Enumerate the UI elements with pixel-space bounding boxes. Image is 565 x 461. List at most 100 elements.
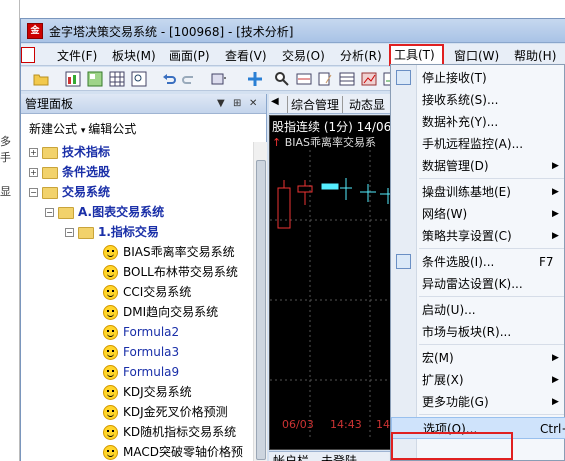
menu-item-label: 更多功能(G)	[422, 395, 489, 409]
zoom-icon[interactable]	[274, 71, 290, 87]
menu-help[interactable]: 帮助(H)	[511, 47, 559, 64]
folder-icon	[42, 166, 58, 179]
menu-item-shortcut: F7	[539, 255, 554, 269]
title-bar[interactable]: 金 金字塔决策交易系统 - [100968] - [技术分析]	[21, 19, 565, 43]
submenu-arrow-icon: ▶	[552, 375, 559, 385]
menu-screen[interactable]: 画面(P)	[166, 47, 213, 64]
tree-node[interactable]: Formula9	[103, 362, 179, 382]
menu-item-label: 接收系统(S)...	[422, 93, 499, 107]
tab-scroll-left-icon[interactable]: ◀	[271, 96, 279, 107]
table-icon[interactable]	[339, 71, 355, 87]
expand-icon[interactable]: +	[29, 168, 38, 177]
tools-menu-item[interactable]: 宏(M) ▶	[391, 347, 565, 369]
tree-node[interactable]: − 交易系统	[29, 182, 110, 202]
tools-menu-item[interactable]: 扩展(X) ▶	[391, 369, 565, 391]
menu-block[interactable]: 板块(M)	[109, 47, 159, 64]
new-formula-button[interactable]: 新建公式	[29, 122, 77, 136]
tools-menu-item[interactable]: 手机远程监控(A)...	[391, 133, 565, 155]
tools-menu-item[interactable]: 更多功能(G) ▶	[391, 391, 565, 413]
tree-node-label: BOLL布林带交易系统	[123, 265, 238, 279]
tree-node-label: A.图表交易系统	[78, 205, 165, 219]
menu-item-label: 宏(M)	[422, 351, 454, 365]
menu-item-shortcut: Ctrl+O	[540, 422, 565, 436]
tree-node[interactable]: KDJ金死叉价格预测	[103, 402, 228, 422]
formula-smiley-icon	[103, 265, 118, 280]
scrollbar-thumb[interactable]	[256, 160, 266, 460]
redo-icon[interactable]	[181, 71, 197, 87]
tools-menu-item[interactable]: 接收系统(S)...	[391, 89, 565, 111]
menu-window[interactable]: 窗口(W)	[451, 47, 502, 64]
menu-item-label: 操盘训练基地(E)	[422, 185, 511, 199]
tools-menu-item[interactable]: 停止接收(T)	[391, 67, 565, 89]
tree-node[interactable]: KDJ交易系统	[103, 382, 192, 402]
tools-menu-item[interactable]: 市场与板块(R)...	[391, 321, 565, 343]
doc-icon[interactable]	[21, 47, 35, 63]
panel-close-icon[interactable]: ✕	[249, 94, 257, 114]
panel-title: 管理面板	[25, 97, 74, 111]
cursor-tool-icon[interactable]	[211, 71, 227, 87]
tools-menu-item[interactable]: 操盘训练基地(E) ▶	[391, 181, 565, 203]
window-title: 金字塔决策交易系统 - [100968] - [技术分析]	[49, 25, 294, 39]
menu-item-label: 扩展(X)	[422, 373, 464, 387]
menu-trade[interactable]: 交易(O)	[279, 47, 328, 64]
options-highlight-box	[391, 432, 513, 460]
collapse-icon[interactable]: −	[45, 208, 54, 217]
tree-node[interactable]: DMI趋向交易系统	[103, 302, 218, 322]
tree-node[interactable]: − A.图表交易系统	[45, 202, 164, 222]
tools-menu-item[interactable]: 异动雷达设置(K)...	[391, 273, 565, 295]
collapse-icon[interactable]: −	[29, 188, 38, 197]
menu-file[interactable]: 文件(F)	[54, 47, 100, 64]
menu-separator	[419, 248, 564, 249]
background-text-2: 显	[0, 185, 11, 198]
menu-item-label: 数据补充(Y)...	[422, 115, 499, 129]
tools-menu-item[interactable]: 策略共享设置(C) ▶	[391, 225, 565, 247]
tools-menu-item[interactable]: 数据管理(D) ▶	[391, 155, 565, 177]
indicator-icon[interactable]	[296, 71, 312, 87]
panel-pin-icon[interactable]: ⊞	[233, 94, 241, 114]
panel-header: 管理面板 ▼ ⊞ ✕	[21, 94, 266, 114]
undo-icon[interactable]	[161, 71, 177, 87]
tab-dynamic[interactable]: 动态显	[349, 96, 385, 113]
tree-node-label: Formula3	[123, 345, 180, 359]
submenu-arrow-icon: ▶	[552, 397, 559, 407]
move-icon[interactable]	[247, 71, 263, 87]
tree-node[interactable]: BOLL布林带交易系统	[103, 262, 238, 282]
menu-tools[interactable]: 工具(T)	[389, 44, 444, 66]
tree-node[interactable]: + 技术指标	[29, 142, 110, 162]
tree-node-label: KDJ交易系统	[123, 385, 192, 399]
layout-icon[interactable]	[87, 71, 103, 87]
tree-node[interactable]: BIAS乖离率交易系统	[103, 242, 235, 262]
tree-node[interactable]: Formula3	[103, 342, 179, 362]
edit-icon[interactable]	[317, 71, 333, 87]
chart-window-icon[interactable]	[65, 71, 81, 87]
tree-node[interactable]: CCI交易系统	[103, 282, 191, 302]
tree-node[interactable]: Formula2	[103, 322, 179, 342]
menu-separator	[419, 414, 564, 415]
tree-node[interactable]: KD随机指标交易系统	[103, 422, 236, 442]
menu-item-label: 策略共享设置(C)	[422, 229, 512, 243]
expand-icon[interactable]: +	[29, 148, 38, 157]
zoom-window-icon[interactable]	[131, 71, 147, 87]
screenshot-root: 多手 显 金 金字塔决策交易系统 - [100968] - [技术分析] 文件(…	[0, 0, 565, 461]
submenu-arrow-icon: ▶	[552, 187, 559, 197]
candle-3	[321, 183, 339, 190]
open-folder-icon[interactable]	[33, 71, 49, 87]
tree-node[interactable]: + 条件选股	[29, 162, 110, 182]
grid-icon[interactable]	[109, 71, 125, 87]
tools-menu-item[interactable]: 条件选股(I)... F7	[391, 251, 565, 273]
tree-node[interactable]: MACD突破零轴价格预	[103, 442, 243, 461]
stock-select-icon[interactable]	[361, 71, 377, 87]
tree-node-label: Formula2	[123, 325, 180, 339]
tree-node-label: 技术指标	[62, 145, 111, 159]
tree-scrollbar[interactable]	[253, 142, 267, 461]
panel-menu-icon[interactable]: ▼	[217, 94, 225, 114]
tools-menu-item[interactable]: 启动(U)...	[391, 299, 565, 321]
menu-analysis[interactable]: 分析(R)	[337, 47, 385, 64]
tools-menu-item[interactable]: 数据补充(Y)...	[391, 111, 565, 133]
tools-menu-item[interactable]: 网络(W) ▶	[391, 203, 565, 225]
edit-formula-button[interactable]: 编辑公式	[88, 122, 136, 136]
menu-view[interactable]: 查看(V)	[222, 47, 270, 64]
tree-node[interactable]: − 1.指标交易	[65, 222, 159, 242]
collapse-icon[interactable]: −	[65, 228, 74, 237]
tab-comprehensive[interactable]: 综合管理	[287, 96, 344, 113]
